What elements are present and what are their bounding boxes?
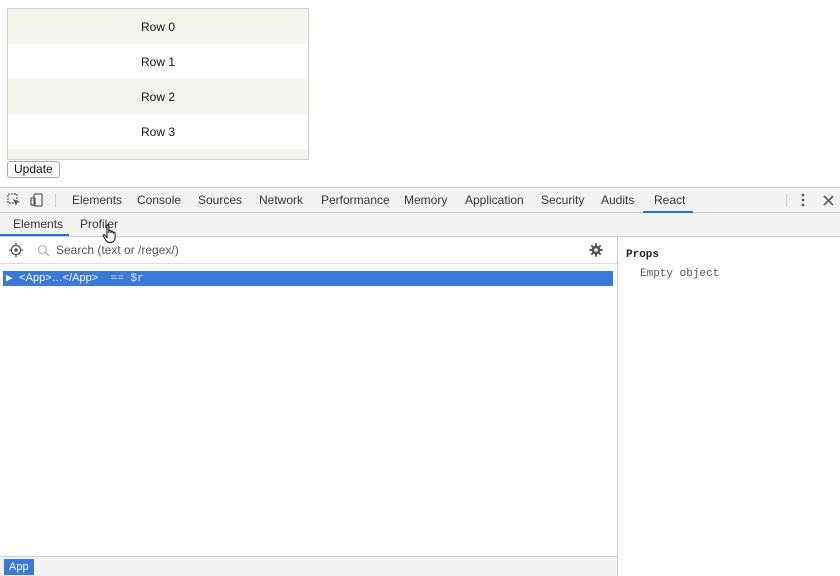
list-item: Row 1	[8, 44, 308, 79]
list-item: Row 0	[8, 9, 308, 44]
tab-sources[interactable]: Sources	[198, 188, 242, 213]
tab-react[interactable]: React	[654, 188, 685, 213]
devtools-toolbar: Elements Console Sources Network Perform…	[0, 188, 840, 213]
active-subtab-indicator	[0, 234, 69, 236]
update-button[interactable]: Update	[7, 161, 60, 178]
search-icon	[35, 242, 51, 258]
devtools-panel: Elements Console Sources Network Perform…	[0, 187, 840, 576]
props-title: Props	[626, 249, 660, 261]
toolbar-divider	[55, 194, 56, 207]
breadcrumb-item-app[interactable]: App	[4, 559, 34, 575]
breadcrumb: App	[0, 556, 617, 576]
tab-elements[interactable]: Elements	[72, 188, 122, 213]
more-options-icon[interactable]	[795, 192, 811, 208]
tab-security[interactable]: Security	[541, 188, 584, 213]
row-list: Row 0 Row 1 Row 2 Row 3	[7, 8, 309, 160]
list-item	[8, 149, 308, 159]
close-icon[interactable]	[820, 192, 836, 208]
list-item: Row 2	[8, 79, 308, 114]
component-tree-pane: ▶ <App>…</App> == $r App	[0, 237, 617, 576]
search-input[interactable]	[56, 242, 576, 258]
tab-audits[interactable]: Audits	[601, 188, 634, 213]
select-component-icon[interactable]	[8, 242, 24, 258]
device-toolbar-icon[interactable]	[29, 192, 45, 208]
tab-console[interactable]: Console	[137, 188, 181, 213]
subtab-profiler[interactable]: Profiler	[80, 213, 118, 236]
tab-performance[interactable]: Performance	[321, 188, 390, 213]
list-item: Row 3	[8, 114, 308, 149]
props-empty-value: Empty object	[640, 268, 720, 280]
gear-icon[interactable]	[588, 242, 604, 258]
search-bar	[0, 237, 617, 264]
tree-node-app[interactable]: ▶ <App>…</App> == $r	[3, 271, 613, 286]
expand-arrow-icon[interactable]: ▶	[6, 273, 13, 285]
tree-node-ref: == $r	[110, 273, 144, 285]
tab-network[interactable]: Network	[259, 188, 303, 213]
props-pane: Props Empty object	[617, 237, 840, 576]
inspect-element-icon[interactable]	[6, 192, 22, 208]
toolbar-divider	[786, 194, 787, 207]
subtab-elements[interactable]: Elements	[13, 213, 63, 236]
tree-node-label: <App>…</App>	[19, 272, 99, 284]
tab-memory[interactable]: Memory	[404, 188, 447, 213]
react-subtabs: Elements Profiler	[0, 213, 840, 237]
tab-application[interactable]: Application	[465, 188, 524, 213]
